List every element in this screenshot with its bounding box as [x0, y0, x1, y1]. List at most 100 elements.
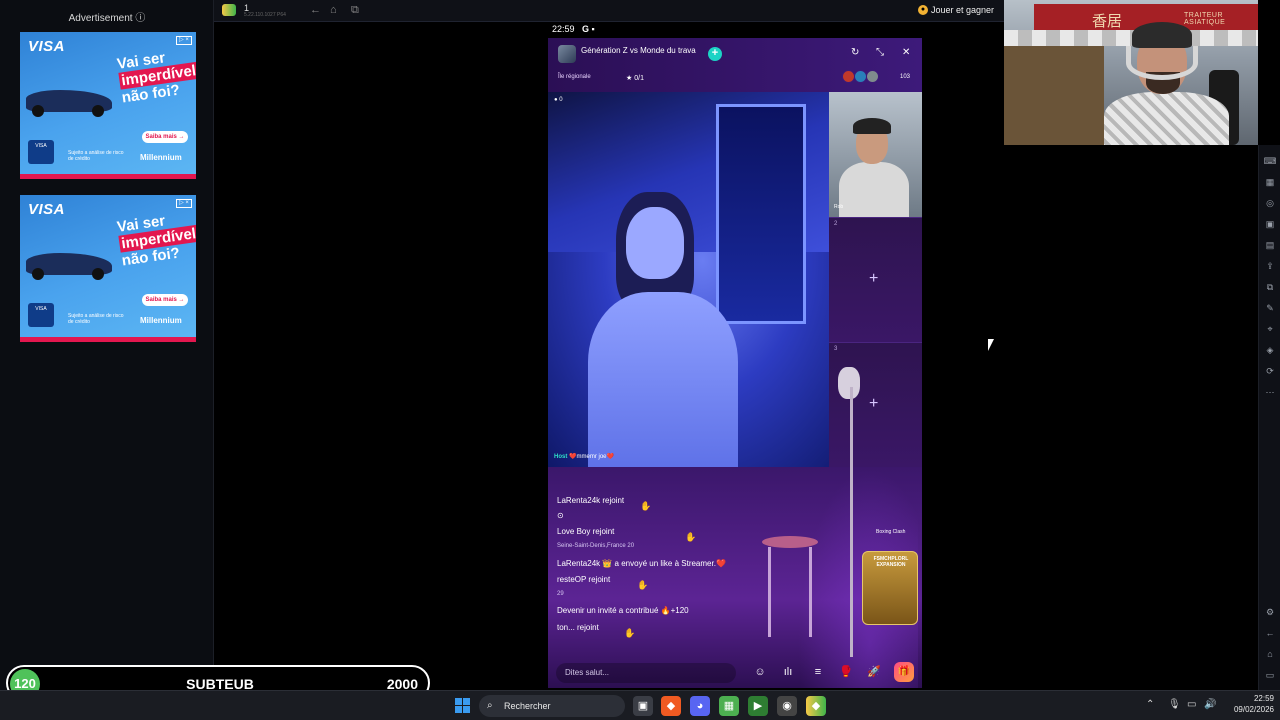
- chat-message[interactable]: Love Boy rejoint: [557, 527, 614, 536]
- shop-awning: [1004, 30, 1258, 46]
- volume-icon[interactable]: 🔊: [1204, 699, 1216, 710]
- add-guest-icon[interactable]: +: [869, 270, 878, 288]
- media-app-icon[interactable]: ▶: [748, 696, 768, 716]
- visa-card-badge: VISA: [28, 303, 54, 327]
- voice-icon[interactable]: ılı: [780, 664, 796, 680]
- search-icon: ⌕: [487, 700, 493, 711]
- wave-icon[interactable]: ✋: [640, 501, 651, 512]
- wave-icon[interactable]: ✋: [685, 532, 696, 543]
- add-guest-icon[interactable]: +: [869, 395, 878, 413]
- emulator-version: 5.22.110.1027 P64: [244, 12, 286, 18]
- host-tag[interactable]: Host ❤️mmemr joe❤️: [554, 453, 614, 460]
- layers-icon[interactable]: ◈: [1263, 343, 1277, 357]
- controls-icon[interactable]: ⌨: [1263, 154, 1277, 168]
- room-avatar[interactable]: [558, 45, 576, 63]
- chat-message[interactable]: Devenir un invité a contribué 🔥+120: [557, 606, 689, 615]
- network-icon[interactable]: ▭: [1187, 699, 1196, 710]
- emoji-icon[interactable]: ☺: [752, 664, 768, 680]
- streamer-cap: [1132, 22, 1192, 48]
- taskbar-date[interactable]: 09/02/2026: [1226, 705, 1274, 714]
- record-icon[interactable]: ▣: [1263, 217, 1277, 231]
- rocket-icon[interactable]: 🚀: [866, 664, 882, 680]
- minimize-icon[interactable]: ⤡: [876, 47, 884, 58]
- ad-header: Advertisement ⓘ: [68, 13, 146, 24]
- discord-icon[interactable]: ◕: [690, 696, 710, 716]
- tray-overflow-icon[interactable]: ⌃: [1146, 699, 1154, 710]
- slot-number: 3: [834, 346, 838, 352]
- recent-apps-icon[interactable]: ▭: [1263, 668, 1277, 682]
- more-icon[interactable]: ⋯: [1263, 385, 1277, 399]
- guest-slot-3[interactable]: 3 +: [829, 342, 922, 467]
- emulator-side-toolbar: ⌨ ▦ ◎ ▣ ▤ ⇪ ⧉ ✎ ⌖ ◈ ⟳ ⋯ ⚙ ← ⌂ ▭: [1258, 145, 1280, 690]
- chat-badge: ⊙: [557, 511, 564, 520]
- screenshot-icon[interactable]: ◎: [1263, 196, 1277, 210]
- sync-icon[interactable]: ⟳: [1263, 364, 1277, 378]
- wave-icon[interactable]: ✋: [624, 628, 635, 639]
- event-banner[interactable]: FSMCHPLORL EXPANSION: [862, 551, 918, 625]
- message-input[interactable]: Dites salut...: [556, 663, 736, 683]
- back-icon[interactable]: ←: [1263, 626, 1277, 640]
- region-tag[interactable]: Île régionale: [558, 74, 591, 80]
- streamer-webcam: 香居 TRAITEUR ASIATIQUE: [1004, 0, 1258, 145]
- ad-cta-button[interactable]: Saiba mais →: [142, 294, 188, 306]
- phone-status-bar: 22:59 G ▪: [548, 22, 922, 38]
- gift-icon[interactable]: 🎁: [894, 662, 914, 682]
- media-icon[interactable]: ▤: [1263, 238, 1277, 252]
- room-title[interactable]: Génération Z vs Monde du trava: [581, 46, 696, 55]
- taskbar-search[interactable]: ⌕ Rechercher: [479, 695, 625, 717]
- guest-slot-1[interactable]: Rob: [829, 92, 922, 217]
- race-car-image: [26, 90, 112, 117]
- home-icon[interactable]: ⌂: [1263, 647, 1277, 661]
- multi-window-icon[interactable]: ⧉: [351, 4, 359, 17]
- play-and-win-button[interactable]: Jouer et gagner: [931, 5, 994, 15]
- back-arrow-icon[interactable]: ←: [310, 4, 321, 16]
- boxing-clash-label[interactable]: Boxing Clash: [876, 529, 905, 535]
- brave-icon[interactable]: ◆: [661, 696, 681, 716]
- folder-icon[interactable]: ⧉: [1263, 280, 1277, 294]
- visa-logo: VISA: [28, 38, 66, 55]
- viewer-avatars[interactable]: [842, 70, 894, 84]
- task-view-icon[interactable]: ▣: [633, 696, 653, 716]
- follow-button[interactable]: +: [708, 47, 722, 61]
- spreadsheet-icon[interactable]: ▦: [719, 696, 739, 716]
- visa-card-badge: VISA: [28, 140, 54, 164]
- ad-choices-icon[interactable]: ▷ ×: [176, 36, 192, 45]
- obs-icon[interactable]: ◉: [777, 696, 797, 716]
- chat-message[interactable]: LaRenta24k 👑 a envoyé un like à Streamer…: [557, 559, 726, 568]
- ad-banner-2[interactable]: VISA ▷ × Vai ser imperdível, não foi? VI…: [20, 195, 196, 342]
- chat-badge-count: 29: [557, 591, 564, 597]
- slot-number: 2: [834, 221, 838, 227]
- viewer-count[interactable]: 103: [900, 74, 910, 80]
- ad-choices-icon[interactable]: ▷ ×: [176, 199, 192, 208]
- ad-cta-button[interactable]: Saiba mais →: [142, 131, 188, 143]
- menu-icon[interactable]: ≡: [810, 664, 826, 680]
- guest-name: Rob: [834, 204, 844, 210]
- guest-slot-2[interactable]: 2 +: [829, 217, 922, 342]
- gamepad-icon[interactable]: ▦: [1263, 175, 1277, 189]
- windows-start-icon[interactable]: [455, 698, 471, 714]
- location-icon[interactable]: ⌖: [1263, 322, 1277, 336]
- close-icon[interactable]: ✕: [902, 47, 910, 58]
- boxing-icon[interactable]: 🥊: [838, 664, 854, 680]
- chat-message[interactable]: ton... rejoint: [557, 623, 599, 632]
- bluestacks-taskbar-icon[interactable]: ◆: [806, 696, 826, 716]
- chat-message[interactable]: resteOP rejoint: [557, 575, 610, 584]
- wave-icon[interactable]: ✋: [637, 580, 648, 591]
- share-icon[interactable]: ↻: [851, 47, 859, 58]
- ad-sponsor: Millennium: [140, 153, 182, 162]
- taskbar-time[interactable]: 22:59: [1244, 694, 1274, 703]
- headphones-icon: [1126, 46, 1198, 80]
- host-video[interactable]: ● 0 Host ❤️mmemr joe❤️: [548, 92, 829, 467]
- windows-taskbar: ⌕ Rechercher ▣ ◆ ◕ ▦ ▶ ◉ ◆ ⌃ 🎙 ▭ 🔊 22:59…: [0, 690, 1280, 720]
- chat-message[interactable]: LaRenta24k rejoint: [557, 496, 624, 505]
- ad-sidebar: Advertisement ⓘ VISA ▷ × Vai ser imperdí…: [0, 0, 214, 690]
- race-car-image: [26, 253, 112, 280]
- settings-icon[interactable]: ⚙: [1263, 605, 1277, 619]
- install-apk-icon[interactable]: ⇪: [1263, 259, 1277, 273]
- emulator-title-bar: 1 5.22.110.1027 P64 ← ⌂ ⧉ ● Jouer et gag…: [214, 0, 1004, 22]
- home-icon[interactable]: ⌂: [330, 4, 337, 16]
- guest-body: [839, 162, 909, 217]
- ad-banner-1[interactable]: VISA ▷ × Vai ser imperdível, não foi? VI…: [20, 32, 196, 179]
- microphone-icon[interactable]: 🎙: [1168, 699, 1181, 710]
- eco-mode-icon[interactable]: ✎: [1263, 301, 1277, 315]
